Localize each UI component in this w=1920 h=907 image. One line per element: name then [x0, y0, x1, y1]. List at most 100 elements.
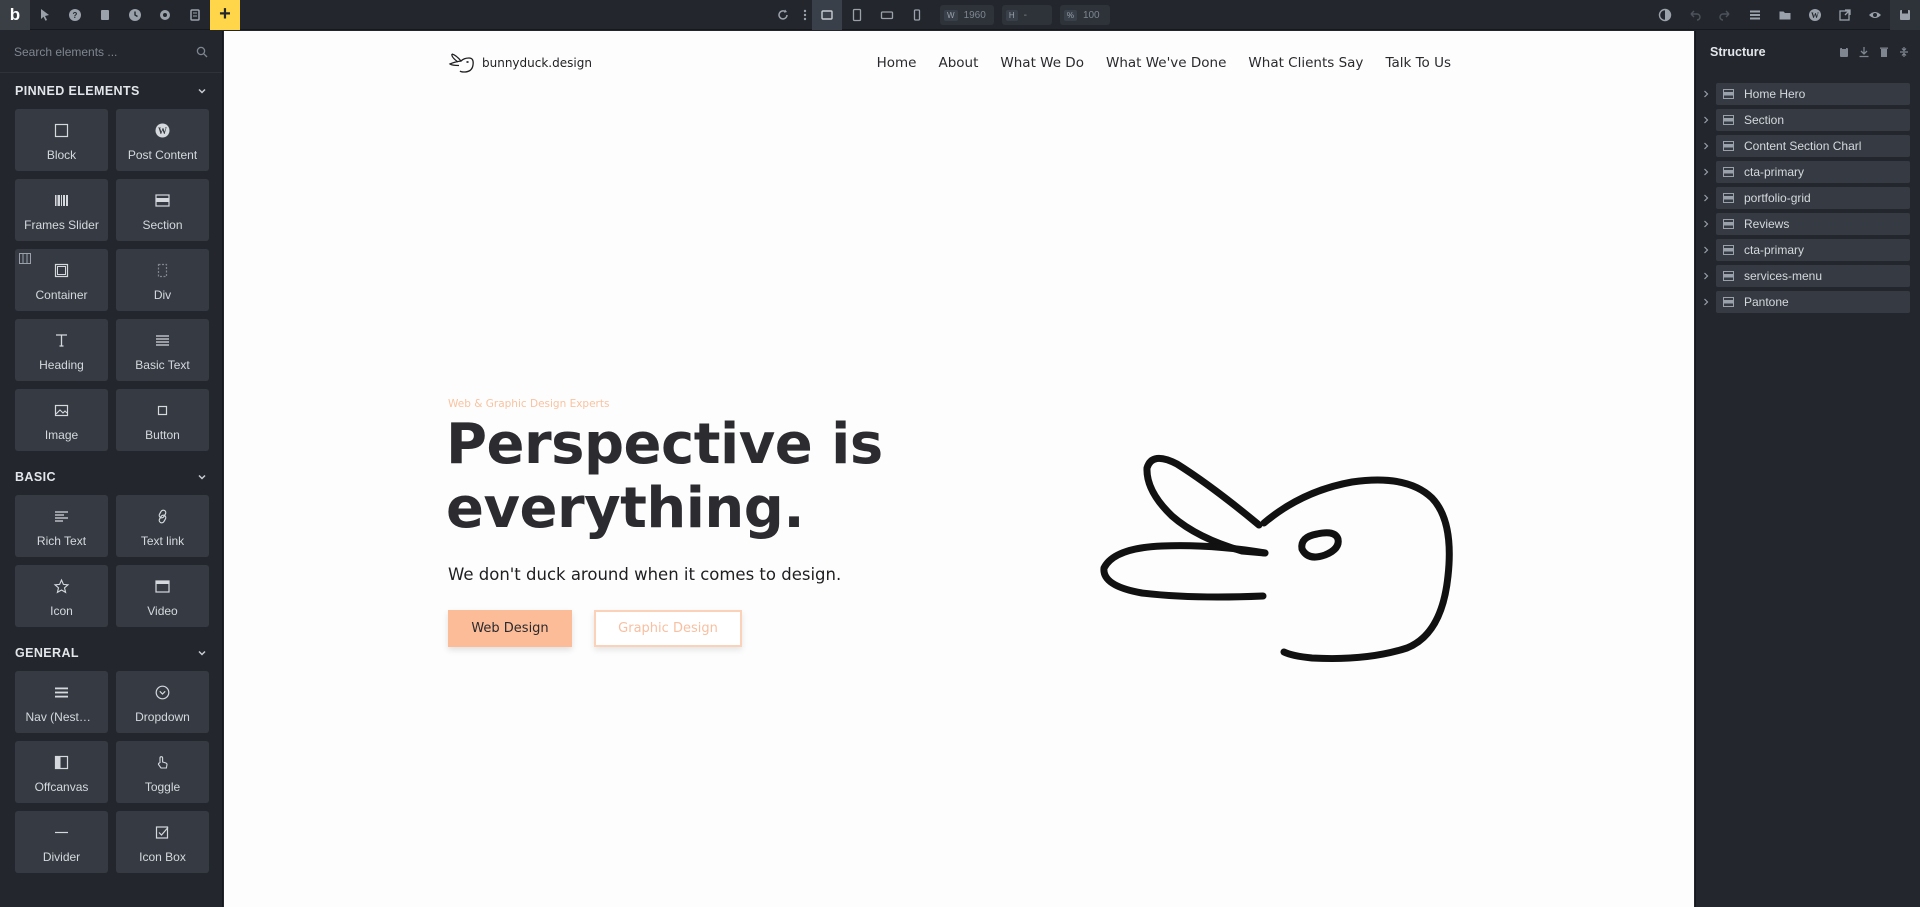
folder-icon[interactable] — [1770, 0, 1800, 30]
reload-icon[interactable] — [768, 0, 798, 30]
chevron-right-icon[interactable] — [1700, 272, 1712, 280]
graphic-design-button[interactable]: Graphic Design — [594, 610, 742, 647]
layers-icon[interactable] — [1740, 0, 1770, 30]
element-offcanvas[interactable]: Offcanvas — [15, 741, 108, 803]
contrast-icon[interactable] — [1650, 0, 1680, 30]
chevron-right-icon[interactable] — [1700, 116, 1712, 124]
tree-item-box[interactable]: portfolio-grid — [1716, 187, 1910, 209]
element-heading[interactable]: Heading — [15, 319, 108, 381]
tree-item-box[interactable]: Home Hero — [1716, 83, 1910, 105]
search-input[interactable] — [14, 44, 196, 59]
nav-link-what-weve-done[interactable]: What We've Done — [1106, 55, 1226, 71]
element-video[interactable]: Video — [116, 565, 209, 627]
category-basic[interactable]: BASIC — [0, 459, 222, 495]
tree-item[interactable]: Reviews — [1696, 211, 1920, 237]
element-toggle[interactable]: Toggle — [116, 741, 209, 803]
mobile-view-button[interactable] — [902, 0, 932, 30]
history-icon[interactable] — [120, 0, 150, 30]
category-general[interactable]: GENERAL — [0, 635, 222, 671]
tree-item[interactable]: Section — [1696, 107, 1920, 133]
category-pinned[interactable]: PINNED ELEMENTS — [0, 73, 222, 109]
tablet-landscape-button[interactable] — [872, 0, 902, 30]
element-basic-text[interactable]: Basic Text — [116, 319, 209, 381]
nav-link-home[interactable]: Home — [877, 55, 917, 71]
download-icon[interactable] — [1858, 46, 1870, 58]
tree-item-box[interactable]: services-menu — [1716, 265, 1910, 287]
section-icon — [1723, 141, 1734, 151]
width-field[interactable]: W 1960 — [940, 5, 994, 25]
external-link-icon[interactable] — [1830, 0, 1860, 30]
element-icon-box[interactable]: Icon Box — [116, 811, 209, 873]
settings-icon[interactable] — [150, 0, 180, 30]
element-div[interactable]: Div — [116, 249, 209, 311]
tree-item-box[interactable]: Section — [1716, 109, 1910, 131]
element-post-content[interactable]: W Post Content — [116, 109, 209, 171]
tree-item[interactable]: portfolio-grid — [1696, 185, 1920, 211]
zoom-field[interactable]: % 100 — [1059, 5, 1110, 25]
chevron-right-icon[interactable] — [1700, 168, 1712, 176]
redo-icon[interactable] — [1710, 0, 1740, 30]
builder-logo[interactable]: b — [0, 0, 30, 30]
chevron-right-icon[interactable] — [1700, 298, 1712, 306]
save-icon[interactable] — [1890, 0, 1920, 30]
cursor-icon[interactable] — [30, 0, 60, 30]
preview-eye-icon[interactable] — [1860, 0, 1890, 30]
tree-item[interactable]: Home Hero — [1696, 81, 1920, 107]
help-icon[interactable]: ? — [60, 0, 90, 30]
add-element-button[interactable]: + — [210, 0, 240, 30]
collapse-all-icon[interactable] — [1898, 46, 1910, 58]
web-design-button[interactable]: Web Design — [448, 610, 572, 647]
element-label: Toggle — [144, 780, 181, 794]
site-logo[interactable]: bunnyduck.design — [448, 52, 592, 74]
nav-link-talk-to-us[interactable]: Talk To Us — [1385, 55, 1451, 71]
chevron-right-icon[interactable] — [1700, 90, 1712, 98]
nav-link-what-clients-say[interactable]: What Clients Say — [1248, 55, 1363, 71]
container-icon — [54, 263, 69, 277]
element-nav-nestable[interactable]: Nav (Nestable) — [15, 671, 108, 733]
element-section[interactable]: Section — [116, 179, 209, 241]
tree-item[interactable]: cta-primary — [1696, 159, 1920, 185]
chevron-right-icon[interactable] — [1700, 142, 1712, 150]
chevron-right-icon[interactable] — [1700, 220, 1712, 228]
clipboard-icon[interactable] — [1838, 46, 1850, 58]
element-label: Image — [44, 428, 79, 442]
tree-item[interactable]: cta-primary — [1696, 237, 1920, 263]
canvas-preview[interactable]: bunnyduck.design Home About What We Do W… — [224, 31, 1694, 907]
tree-item[interactable]: services-menu — [1696, 263, 1920, 289]
more-vertical-icon[interactable] — [798, 0, 812, 30]
element-text-link[interactable]: Text link — [116, 495, 209, 557]
tree-item[interactable]: Pantone — [1696, 289, 1920, 315]
element-container[interactable]: Container — [15, 249, 108, 311]
element-image[interactable]: Image — [15, 389, 108, 451]
tree-item-box[interactable]: cta-primary — [1716, 239, 1910, 261]
tree-item[interactable]: Content Section Charl — [1696, 133, 1920, 159]
height-field[interactable]: H- — [1001, 5, 1052, 25]
chevron-right-icon[interactable] — [1700, 194, 1712, 202]
chevron-right-icon[interactable] — [1700, 246, 1712, 254]
tree-item-box[interactable]: Content Section Charl — [1716, 135, 1910, 157]
nav-link-about[interactable]: About — [938, 55, 978, 71]
bunny-duck-logo-icon — [448, 53, 474, 73]
element-button[interactable]: Button — [116, 389, 209, 451]
tree-item-box[interactable]: Pantone — [1716, 291, 1910, 313]
element-icon[interactable]: Icon — [15, 565, 108, 627]
nav-link-what-we-do[interactable]: What We Do — [1000, 55, 1084, 71]
pages-icon[interactable] — [90, 0, 120, 30]
element-frames-slider[interactable]: Frames Slider — [15, 179, 108, 241]
trash-icon[interactable] — [1878, 46, 1890, 58]
tree-item-label: Pantone — [1744, 295, 1789, 309]
wordpress-icon[interactable]: W — [1800, 0, 1830, 30]
desktop-view-button[interactable] — [812, 0, 842, 30]
tree-item-box[interactable]: cta-primary — [1716, 161, 1910, 183]
element-rich-text[interactable]: Rich Text — [15, 495, 108, 557]
undo-icon[interactable] — [1680, 0, 1710, 30]
tablet-portrait-button[interactable] — [842, 0, 872, 30]
tree-item-box[interactable]: Reviews — [1716, 213, 1910, 235]
element-divider[interactable]: Divider — [15, 811, 108, 873]
element-dropdown[interactable]: Dropdown — [116, 671, 209, 733]
tree-item-label: cta-primary — [1744, 165, 1805, 179]
templates-icon[interactable] — [180, 0, 210, 30]
section-icon — [155, 193, 170, 207]
search-icon[interactable] — [196, 46, 208, 58]
element-block[interactable]: Block — [15, 109, 108, 171]
